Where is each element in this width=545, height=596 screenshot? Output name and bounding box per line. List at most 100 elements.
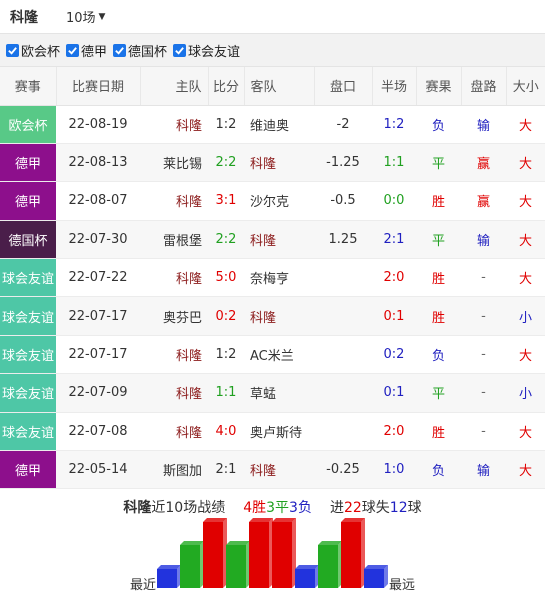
- away-team-link[interactable]: 维迪奥: [244, 105, 314, 144]
- summary-goals-for-unit: 球: [361, 500, 376, 516]
- handicap-cell: -1.25: [314, 143, 372, 183]
- halftime-cell: 0:1: [372, 373, 416, 413]
- table-row[interactable]: 球会友谊 22-07-22 科隆 5:0 奈梅亨 2:0 胜 - 大: [0, 258, 545, 298]
- home-team-link[interactable]: 科隆: [140, 412, 208, 452]
- score-cell[interactable]: 1:2: [208, 105, 244, 144]
- home-team-link[interactable]: 科隆: [140, 258, 208, 298]
- competition-cell[interactable]: 球会友谊: [0, 335, 56, 375]
- result-cell: 负: [416, 450, 461, 490]
- over-under-cell: 大: [506, 258, 545, 298]
- away-team-link[interactable]: 奥卢斯待: [244, 412, 314, 452]
- competition-cell[interactable]: 球会友谊: [0, 373, 56, 413]
- filter-uecl[interactable]: 欧会杯: [6, 41, 60, 60]
- result-cell: 负: [416, 105, 461, 144]
- over-under-cell: 大: [506, 450, 545, 490]
- competition-cell[interactable]: 德国杯: [0, 220, 56, 260]
- draw-bar: [226, 541, 250, 588]
- table-row[interactable]: 德甲 22-08-13 莱比锡 2:2 科隆 -1.25 1:1 平赢大: [0, 143, 545, 183]
- form-summary: 科隆近10场战绩 4胜3平3负 进22球失12球: [0, 497, 545, 517]
- home-team-link[interactable]: 莱比锡: [140, 143, 208, 183]
- cover-cell: -: [461, 335, 506, 375]
- oldest-label: 最远: [389, 578, 415, 593]
- date-cell: 22-07-22: [56, 258, 140, 298]
- halftime-cell: 2:0: [372, 258, 416, 298]
- date-cell: 22-08-07: [56, 181, 140, 221]
- score-cell[interactable]: 1:2: [208, 335, 244, 375]
- result-cell: 胜: [416, 412, 461, 452]
- score-cell[interactable]: 3:1: [208, 181, 244, 221]
- col-header: 半场: [372, 67, 417, 106]
- halftime-cell: 0:2: [372, 335, 416, 375]
- score-cell[interactable]: 2:2: [208, 220, 244, 260]
- competition-cell[interactable]: 德甲: [0, 143, 56, 183]
- competition-cell[interactable]: 球会友谊: [0, 296, 56, 336]
- over-under-cell: 大: [506, 181, 545, 221]
- competition-cell[interactable]: 欧会杯: [0, 105, 56, 144]
- col-header: 赛事: [0, 67, 57, 106]
- home-team-link[interactable]: 科隆: [140, 105, 208, 144]
- score-cell[interactable]: 5:0: [208, 258, 244, 298]
- table-row[interactable]: 球会友谊 22-07-17 科隆 1:2 AC米兰 0:2 负 - 大: [0, 335, 545, 375]
- score-cell[interactable]: 2:1: [208, 450, 244, 490]
- away-team-link[interactable]: 科隆: [244, 220, 314, 260]
- match-count-value: 10场: [66, 11, 96, 26]
- match-count-dropdown[interactable]: 10场 ▼: [66, 7, 105, 26]
- filter-bundesliga[interactable]: 德甲: [66, 41, 107, 60]
- table-row[interactable]: 德国杯 22-07-30 雷根堡 2:2 科隆 1.25 2:1 平输大: [0, 220, 545, 260]
- home-team-link[interactable]: 科隆: [140, 181, 208, 221]
- handicap-cell: 1.25: [314, 220, 372, 260]
- filter-label: 德甲: [81, 44, 108, 60]
- loss-bar: [157, 565, 181, 588]
- table-row[interactable]: 德甲 22-08-07 科隆 3:1 沙尔克 -0.5 0:0 胜赢大: [0, 181, 545, 221]
- away-team-link[interactable]: 沙尔克: [244, 181, 314, 221]
- result-cell: 胜: [416, 181, 461, 221]
- checkbox-checked-icon[interactable]: [66, 43, 80, 57]
- handicap-cell: -0.5: [314, 181, 372, 221]
- competition-cell[interactable]: 球会友谊: [0, 258, 56, 298]
- table-row[interactable]: 球会友谊 22-07-17 奥芬巴 0:2 科隆 0:1 胜 - 小: [0, 296, 545, 336]
- halftime-cell: 1:0: [372, 450, 416, 490]
- score-cell[interactable]: 0:2: [208, 296, 244, 336]
- result-cell: 平: [416, 143, 461, 183]
- filter-friendly[interactable]: 球会友谊: [173, 41, 240, 60]
- over-under-cell: 大: [506, 412, 545, 452]
- table-row[interactable]: 球会友谊 22-07-08 科隆 4:0 奥卢斯待 2:0 胜 - 大: [0, 412, 545, 452]
- cover-cell: -: [461, 258, 506, 298]
- home-team-link[interactable]: 科隆: [140, 335, 208, 375]
- home-team-link[interactable]: 奥芬巴: [140, 296, 208, 336]
- score-cell[interactable]: 1:1: [208, 373, 244, 413]
- over-under-cell: 小: [506, 296, 545, 336]
- home-team-link[interactable]: 雷根堡: [140, 220, 208, 260]
- score-cell[interactable]: 4:0: [208, 412, 244, 452]
- result-cell: 胜: [416, 296, 461, 336]
- handicap-cell: [314, 296, 372, 336]
- cover-cell: -: [461, 373, 506, 413]
- win-bar: [203, 518, 227, 588]
- match-table: 赛事 比赛日期 主队 比分 客队 盘口 半场 赛果 盘路 大小 欧会杯 22-08…: [0, 67, 545, 490]
- away-team-link[interactable]: 科隆: [244, 450, 314, 490]
- cover-cell: 输: [461, 220, 506, 260]
- filter-bar: 欧会杯 德甲 德国杯 球会友谊: [0, 34, 545, 67]
- table-row[interactable]: 欧会杯 22-08-19 科隆 1:2 维迪奥 -2 1:2 负输大: [0, 105, 545, 144]
- draw-bar: [318, 541, 342, 588]
- home-team-link[interactable]: 科隆: [140, 373, 208, 413]
- checkbox-checked-icon[interactable]: [113, 43, 127, 57]
- date-cell: 22-07-17: [56, 296, 140, 336]
- away-team-link[interactable]: AC米兰: [244, 335, 314, 375]
- date-cell: 22-07-17: [56, 335, 140, 375]
- away-team-link[interactable]: 科隆: [244, 143, 314, 183]
- loss-bar: [295, 565, 319, 588]
- competition-cell[interactable]: 球会友谊: [0, 412, 56, 452]
- score-cell[interactable]: 2:2: [208, 143, 244, 183]
- checkbox-checked-icon[interactable]: [173, 43, 187, 57]
- competition-cell[interactable]: 德甲: [0, 450, 56, 490]
- home-team-link[interactable]: 斯图加: [140, 450, 208, 490]
- away-team-link[interactable]: 草蜢: [244, 373, 314, 413]
- filter-dfb-pokal[interactable]: 德国杯: [113, 41, 167, 60]
- away-team-link[interactable]: 科隆: [244, 296, 314, 336]
- table-row[interactable]: 球会友谊 22-07-09 科隆 1:1 草蜢 0:1 平 - 小: [0, 373, 545, 413]
- checkbox-checked-icon[interactable]: [6, 43, 19, 57]
- away-team-link[interactable]: 奈梅亨: [244, 258, 314, 298]
- table-row[interactable]: 德甲 22-05-14 斯图加 2:1 科隆 -0.25 1:0 负输大: [0, 450, 545, 490]
- competition-cell[interactable]: 德甲: [0, 181, 56, 221]
